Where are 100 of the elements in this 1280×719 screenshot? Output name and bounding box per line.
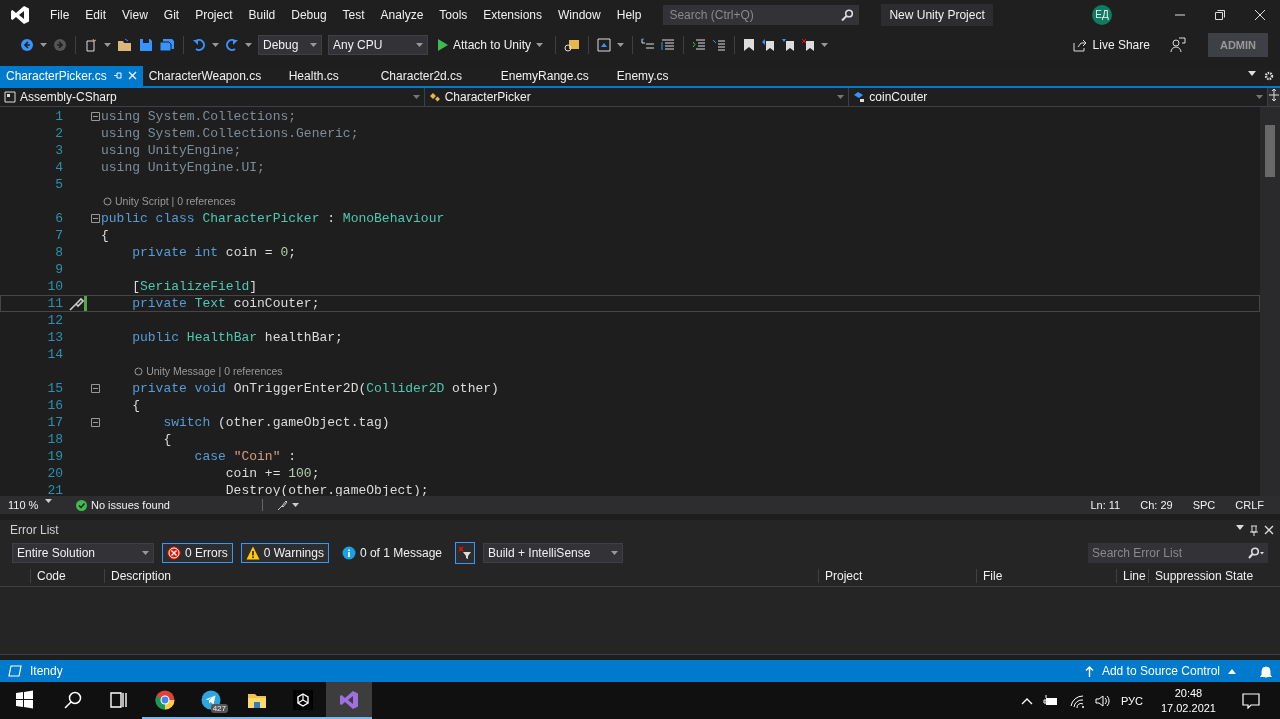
search-field[interactable]: Search (Ctrl+Q) xyxy=(669,7,842,22)
menu-item[interactable]: Debug xyxy=(283,7,335,22)
account-button[interactable]: ADMIN xyxy=(1207,32,1268,57)
code-lens[interactable]: Unity Message | 0 references xyxy=(146,364,283,380)
chevron-up-icon[interactable] xyxy=(1020,696,1033,705)
menu-item[interactable]: File xyxy=(42,7,78,22)
attach-button[interactable]: Attach to Unity xyxy=(434,37,548,52)
collapse-icon[interactable] xyxy=(91,112,100,122)
restore-icon[interactable] xyxy=(1214,8,1226,21)
menu-item[interactable]: Project xyxy=(187,7,241,22)
settings-icon[interactable] xyxy=(1264,70,1274,81)
input-language[interactable]: РУС xyxy=(1120,694,1143,707)
menu-item[interactable]: Help xyxy=(608,7,650,22)
column-header[interactable]: File xyxy=(976,569,1116,584)
volume-icon[interactable] xyxy=(1094,693,1111,708)
open-folder-icon[interactable] xyxy=(117,37,133,52)
scrollbar[interactable] xyxy=(1260,107,1280,497)
save-all-icon[interactable] xyxy=(159,37,175,52)
feedback-icon[interactable] xyxy=(1169,36,1186,53)
document-tab[interactable]: CharacterPicker.cs xyxy=(0,65,143,86)
document-tab[interactable]: Character2d.cs xyxy=(374,65,495,86)
next-bookmark-icon[interactable] xyxy=(781,37,796,52)
document-tab[interactable]: EnemyRange.cs xyxy=(494,65,611,86)
brush-icon[interactable] xyxy=(276,499,288,511)
source-control-button[interactable]: Add to Source Control xyxy=(1084,664,1236,679)
previous-bookmark-icon[interactable] xyxy=(761,37,776,52)
pin-icon[interactable] xyxy=(112,71,122,81)
menu-item[interactable]: Window xyxy=(550,7,609,22)
visual-studio-icon[interactable] xyxy=(339,689,359,710)
menu-item[interactable]: Extensions xyxy=(475,7,551,22)
menu-item[interactable]: Tools xyxy=(431,7,476,22)
new-item-icon[interactable] xyxy=(84,37,98,52)
screenshot-icon[interactable] xyxy=(597,37,612,52)
close-icon[interactable] xyxy=(1264,524,1274,535)
repository-name[interactable]: Itendy xyxy=(30,664,63,679)
clear-filter-icon[interactable] xyxy=(458,546,472,561)
filter-toggle[interactable]: 0 Warnings xyxy=(240,543,329,564)
filter-toggle[interactable]: 0 of 1 Message xyxy=(336,543,447,564)
clock-time[interactable]: 20:48 xyxy=(1174,687,1203,699)
outline-icon[interactable] xyxy=(641,37,656,52)
document-tab[interactable]: Enemy.cs xyxy=(610,65,675,86)
error-search-field[interactable]: Search Error List xyxy=(1092,546,1248,561)
document-tab[interactable]: CharacterWeapon.cs xyxy=(142,65,283,86)
user-avatar[interactable]: ЕД xyxy=(1092,4,1112,25)
pin-icon[interactable] xyxy=(1250,524,1258,536)
search-box[interactable]: Search (Ctrl+Q) xyxy=(663,4,860,25)
comment-icon[interactable] xyxy=(712,37,727,52)
dropdown-icon[interactable] xyxy=(1236,524,1244,530)
undo-icon[interactable] xyxy=(192,37,206,52)
menu-item[interactable]: Test xyxy=(334,7,373,22)
notification-bell-icon[interactable] xyxy=(1260,664,1272,678)
menu-item[interactable]: Edit xyxy=(77,7,115,22)
error-search-box[interactable]: Search Error List xyxy=(1088,543,1268,564)
windows-start-icon[interactable] xyxy=(15,689,35,710)
document-tab[interactable]: Health.cs xyxy=(282,65,375,86)
indent-icon[interactable] xyxy=(692,37,707,52)
live-share-button[interactable]: Live Share xyxy=(1072,37,1150,52)
code-lens[interactable]: Unity Script | 0 references xyxy=(115,194,236,210)
column-header[interactable]: Description xyxy=(104,569,818,584)
scope-dropdown[interactable]: Entire Solution xyxy=(12,543,154,564)
task-view-icon[interactable] xyxy=(109,689,129,710)
platform-dropdown[interactable]: Any CPU xyxy=(328,34,428,55)
wifi-icon[interactable] xyxy=(1068,693,1085,708)
clock-date[interactable]: 17.02.2021 xyxy=(1160,702,1216,714)
bookmark-icon[interactable] xyxy=(743,37,756,52)
list-icon[interactable] xyxy=(661,37,676,52)
column-header[interactable]: Project xyxy=(818,569,976,584)
menu-item[interactable]: Build xyxy=(240,7,284,22)
menu-item[interactable]: Analyze xyxy=(372,7,432,22)
collapse-icon[interactable] xyxy=(91,418,100,428)
close-icon[interactable] xyxy=(1254,8,1266,21)
clear-bookmarks-icon[interactable] xyxy=(801,37,816,52)
column-header[interactable]: Line xyxy=(1116,569,1148,584)
screwdriver-icon[interactable] xyxy=(67,296,84,311)
chrome-icon[interactable] xyxy=(155,689,175,710)
collapse-icon[interactable] xyxy=(91,214,100,224)
battery-icon[interactable] xyxy=(1042,694,1059,707)
menu-item[interactable]: Git xyxy=(155,7,188,22)
search-icon[interactable] xyxy=(63,689,83,710)
notifications-icon[interactable] xyxy=(1242,692,1260,709)
line-endings[interactable]: CRLF xyxy=(1235,499,1264,512)
column-header[interactable]: Suppression State xyxy=(1148,569,1268,584)
filter-toggle[interactable]: 0 Errors xyxy=(162,543,233,564)
menu-item[interactable]: View xyxy=(114,7,156,22)
save-icon[interactable] xyxy=(139,37,153,52)
whitespace-mode[interactable]: SPC xyxy=(1192,499,1216,512)
redo-icon[interactable] xyxy=(225,37,239,52)
caret-icon xyxy=(617,42,625,47)
collapse-icon[interactable] xyxy=(91,384,100,394)
dropdown-icon[interactable] xyxy=(1248,70,1256,76)
caret-icon xyxy=(837,94,845,99)
zoom-dropdown[interactable]: 110 % xyxy=(0,499,60,512)
code-line: private void OnTriggerEnter2D(Collider2D other) xyxy=(131,381,499,397)
back-icon[interactable] xyxy=(20,37,34,52)
source-dropdown[interactable]: Build + IntelliSense xyxy=(483,543,623,564)
column-header[interactable]: Code xyxy=(30,569,104,584)
scroll-thumb[interactable] xyxy=(1265,125,1275,178)
configuration-dropdown[interactable]: Debug xyxy=(258,34,322,55)
issues-status[interactable]: No issues found xyxy=(91,499,170,512)
split-icon[interactable] xyxy=(1268,87,1280,102)
